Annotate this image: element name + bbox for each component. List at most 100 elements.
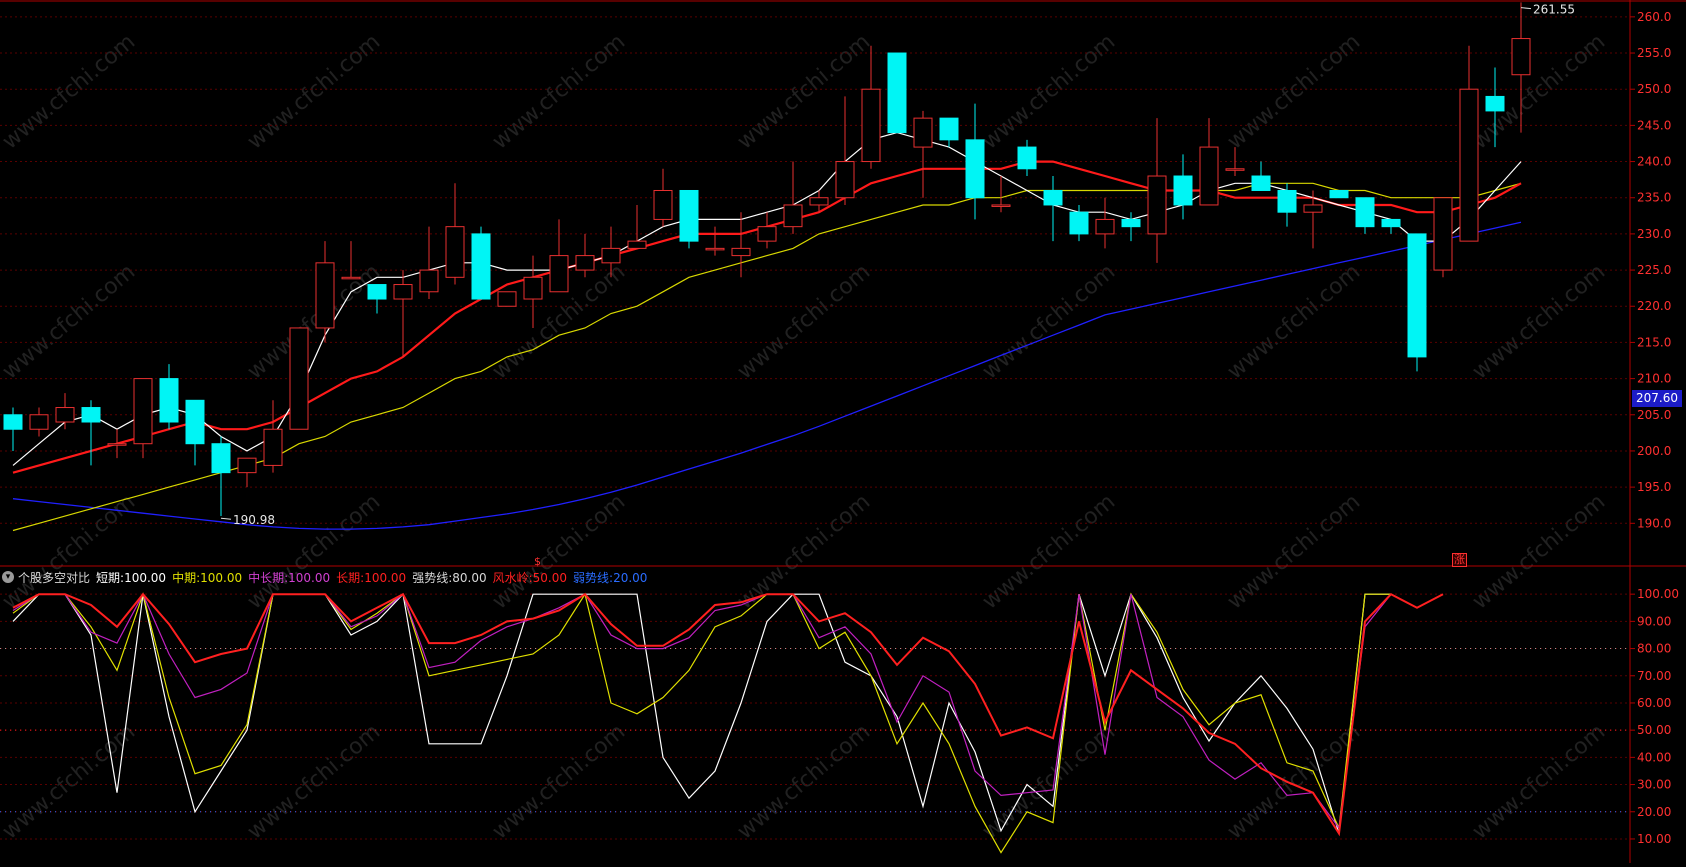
candle-up	[107, 443, 127, 446]
low-marker-arrow	[220, 517, 232, 520]
candle-down	[1407, 233, 1427, 358]
watermark: www.cfchi.com	[488, 29, 630, 154]
ma-short-line	[12, 131, 1522, 466]
chevron-down-icon[interactable]: ▾	[2, 571, 14, 583]
y-tick-label: 250.0	[1637, 82, 1671, 96]
candle-up	[1303, 204, 1323, 213]
watermark: www.cfchi.com	[1468, 259, 1610, 384]
watermark: www.cfchi.com	[488, 489, 630, 614]
indicator-item-midlong: 中长期:100.00	[248, 570, 331, 585]
candle-up	[341, 276, 361, 280]
y-tick-label: 40.00	[1637, 750, 1671, 764]
candle-down	[1017, 146, 1037, 170]
y-tick-label: 60.00	[1637, 696, 1671, 710]
y-tick-label: 100.00	[1637, 587, 1679, 601]
candle-up	[809, 197, 829, 206]
candle-down	[3, 414, 23, 430]
candle-up	[1511, 38, 1531, 76]
watermark: www.cfchi.com	[733, 719, 875, 844]
candle-up	[549, 255, 569, 293]
y-tick-label: 240.0	[1637, 155, 1671, 169]
candle-up	[497, 291, 517, 307]
y-tick-label: 195.0	[1637, 480, 1671, 494]
candle-down	[965, 139, 985, 199]
candle-down	[471, 233, 491, 300]
watermark: www.cfchi.com	[243, 489, 385, 614]
y-tick-label: 70.00	[1637, 669, 1671, 683]
indicator-mid-line	[12, 592, 1391, 854]
candle-down	[1173, 175, 1193, 206]
candle-down	[1381, 218, 1401, 228]
y-tick-label: 50.00	[1637, 723, 1671, 737]
candle-up	[1147, 175, 1167, 235]
candle-down	[1355, 197, 1375, 228]
indicator-item-watershed: 风水岭:50.00	[492, 570, 568, 585]
indicator-item-long: 长期:100.00	[336, 570, 407, 585]
y-tick-label: 30.00	[1637, 778, 1671, 792]
candle-up	[393, 284, 413, 300]
indicator-long-line	[12, 592, 1444, 837]
indicator-item-weak: 弱势线:20.00	[573, 570, 648, 585]
y-tick-label: 215.0	[1637, 335, 1671, 349]
candle-up	[575, 255, 595, 271]
candle-up	[55, 407, 75, 423]
candle-down	[81, 407, 101, 423]
candle-up	[445, 226, 465, 278]
candle-up	[757, 226, 777, 242]
candle-down	[1485, 95, 1505, 112]
high-price-label: 261.55	[1533, 3, 1575, 17]
candle-up	[29, 414, 49, 430]
candle-down	[211, 443, 231, 474]
indicator-midlong-line	[12, 592, 1392, 830]
y-tick-label: 230.0	[1637, 227, 1671, 241]
candle-up	[991, 204, 1011, 207]
indicator-item-short: 短期:100.00	[96, 570, 167, 585]
indicator-item-strong: 强势线:80.00	[412, 570, 487, 585]
watermark: www.cfchi.com	[733, 29, 875, 154]
candle-down	[1069, 211, 1089, 235]
candle-up	[627, 240, 647, 249]
candle-down	[1043, 189, 1063, 206]
candle-up	[315, 262, 335, 329]
y-tick-label: 205.0	[1637, 408, 1671, 422]
y-tick-label: 220.0	[1637, 299, 1671, 313]
signal-marker-rise: 涨	[1452, 553, 1467, 567]
candle-up	[601, 247, 621, 264]
y-tick-label: 210.0	[1637, 372, 1671, 386]
candle-up	[653, 189, 673, 220]
y-tick-label: 10.00	[1637, 832, 1671, 846]
chart-canvas[interactable]: www.cfchi.com www.cfchi.com www.cfchi.com w…	[0, 0, 1686, 863]
watermark: www.cfchi.com	[0, 259, 140, 384]
candle-down	[185, 399, 205, 445]
y-tick-label: 245.0	[1637, 118, 1671, 132]
current-price-tag: 207.60	[1632, 390, 1682, 407]
watermark: www.cfchi.com	[1223, 259, 1365, 384]
indicator-header: ▾ 个股多空对比 短期:100.00 中期:100.00 中长期:100.00 …	[2, 568, 653, 586]
candle-up	[705, 247, 725, 251]
candle-down	[939, 117, 959, 141]
stock-chart[interactable]: www.cfchi.com www.cfchi.com www.cfchi.com w…	[0, 0, 1686, 863]
watermark: www.cfchi.com	[243, 719, 385, 844]
watermark: www.cfchi.com	[733, 489, 875, 614]
watermark: www.cfchi.com	[978, 259, 1120, 384]
candle-up	[1433, 197, 1453, 271]
candle-up	[861, 88, 881, 163]
y-tick-label: 20.00	[1637, 805, 1671, 819]
ma-longest-line	[12, 221, 1522, 530]
candle-up	[263, 428, 283, 466]
watermark: www.cfchi.com	[0, 29, 140, 154]
high-marker-arrow	[1520, 7, 1532, 10]
candle-down	[1121, 218, 1141, 228]
candle-down	[1329, 189, 1349, 199]
indicator-title: 个股多空对比	[18, 570, 91, 585]
candle-up	[133, 378, 153, 445]
y-tick-label: 190.0	[1637, 516, 1671, 530]
watermark: www.cfchi.com	[1468, 719, 1610, 844]
candle-up	[731, 247, 751, 257]
candle-down	[887, 52, 907, 134]
y-tick-label: 225.0	[1637, 263, 1671, 277]
candle-down	[1251, 175, 1271, 191]
watermark: www.cfchi.com	[1468, 489, 1610, 614]
indicator-short-line	[12, 592, 1391, 834]
candle-down	[1277, 189, 1297, 213]
